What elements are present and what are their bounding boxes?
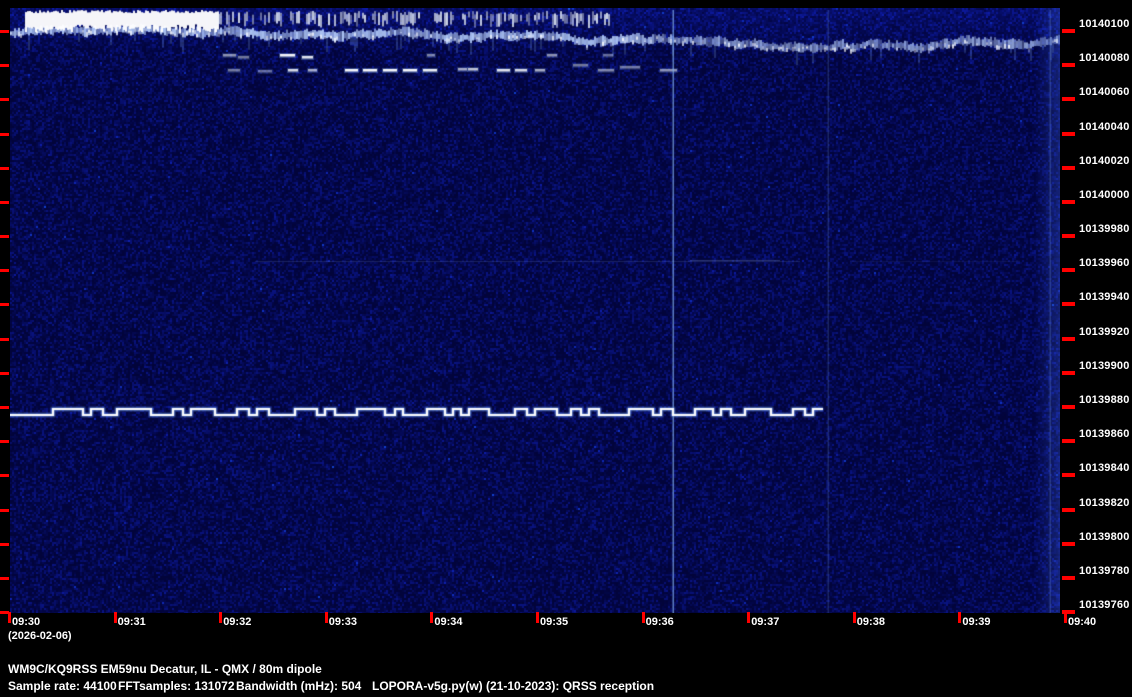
time-axis-label: 09:39 [962,616,991,628]
freq-tick-right [1062,234,1075,239]
time-axis-label: 09:33 [328,616,357,628]
freq-axis-label: 10140000 [1079,188,1130,201]
freq-tick-left [0,542,9,546]
freq-tick-right [1062,199,1075,204]
freq-axis-label: 10139920 [1079,325,1130,338]
freq-tick-left [0,371,9,375]
freq-tick-left [0,235,9,239]
freq-axis-label: 10140040 [1079,120,1130,133]
freq-tick-right [1062,439,1075,444]
sample-rate-label: Sample rate: 44100 [8,679,117,693]
freq-axis-label: 10139860 [1079,428,1130,441]
freq-axis-label: 10140080 [1079,52,1130,65]
freq-tick-left [0,576,9,580]
time-axis-label: 09:34 [434,616,463,628]
freq-axis-label: 10140020 [1079,154,1130,167]
freq-tick-left [0,166,9,170]
time-axis-label: 09:32 [223,616,252,628]
time-axis-label: 09:38 [856,616,885,628]
freq-axis-label: 10139800 [1079,530,1130,543]
freq-tick-right [1062,302,1075,307]
freq-tick-right [1062,268,1075,273]
freq-tick-left [0,303,9,307]
time-tick [113,612,117,623]
time-tick [536,612,539,623]
station-info-line: WM9C/KQ9RSS EM59nu Decatur, IL - QMX / 8… [8,662,322,676]
freq-axis-label: 10139760 [1079,599,1130,612]
freq-tick-right [1062,29,1075,33]
freq-tick-left [0,508,9,512]
freq-tick-right [1062,63,1075,68]
date-label: (2026-02-06) [8,630,72,642]
freq-axis-label: 10139880 [1079,393,1130,406]
time-tick [641,612,645,623]
freq-axis-label: 10139960 [1079,257,1130,270]
freq-axis-label: 10139940 [1079,291,1130,304]
fft-samples-label: FFTsamples: 131072 [118,679,235,693]
time-axis-label: 09:31 [117,616,146,628]
freq-axis-label: 10139980 [1079,223,1130,236]
freq-tick-left [0,337,9,341]
freq-axis-label: 10139840 [1079,462,1130,475]
freq-tick-right [1062,404,1075,409]
time-axis-label: 09:37 [751,616,780,628]
time-tick [219,612,223,623]
freq-axis-label: 10140100 [1079,18,1130,30]
freq-tick-right [1062,575,1075,580]
freq-tick-left [0,132,9,136]
freq-tick-right [1062,165,1075,170]
freq-tick-left [0,405,9,409]
time-axis-label: 09:30 [12,616,41,628]
time-tick [958,612,962,623]
freq-tick-left [0,474,9,478]
time-axis-label: 09:40 [1068,616,1097,628]
freq-tick-left [0,269,9,273]
qrss-grabber-screen: 10140100 10140080 10140060 10140040 10140020… [0,0,1132,697]
freq-tick-left [0,98,9,102]
time-tick [324,612,328,623]
freq-tick-right [1062,131,1075,136]
time-axis-label: 09:35 [540,616,569,628]
software-version-label: LOPORA-v5g.py(w) (21-10-2023): QRSS rece… [372,679,655,693]
time-tick [430,612,434,623]
time-axis-label: 09:36 [645,616,674,628]
freq-tick-right [1062,507,1075,512]
time-tick [747,612,751,623]
time-tick [8,612,11,623]
freq-axis-label: 10140060 [1079,86,1130,99]
freq-axis-label: 10139780 [1079,564,1130,577]
spectrogram-canvas [10,8,1060,613]
freq-tick-left [0,440,9,444]
bandwidth-label: Bandwidth (mHz): 504 [236,679,362,693]
freq-axis-label: 10139900 [1079,359,1130,372]
freq-tick-right [1062,370,1075,375]
freq-tick-left [0,30,9,33]
time-tick [1064,612,1067,623]
freq-tick-right [1062,97,1075,102]
freq-tick-right [1062,541,1075,546]
freq-tick-right [1062,473,1075,478]
time-tick [852,612,856,623]
freq-tick-left [0,64,9,68]
freq-tick-right [1062,336,1075,341]
freq-tick-left [0,200,9,204]
freq-axis-label: 10139820 [1079,496,1130,509]
